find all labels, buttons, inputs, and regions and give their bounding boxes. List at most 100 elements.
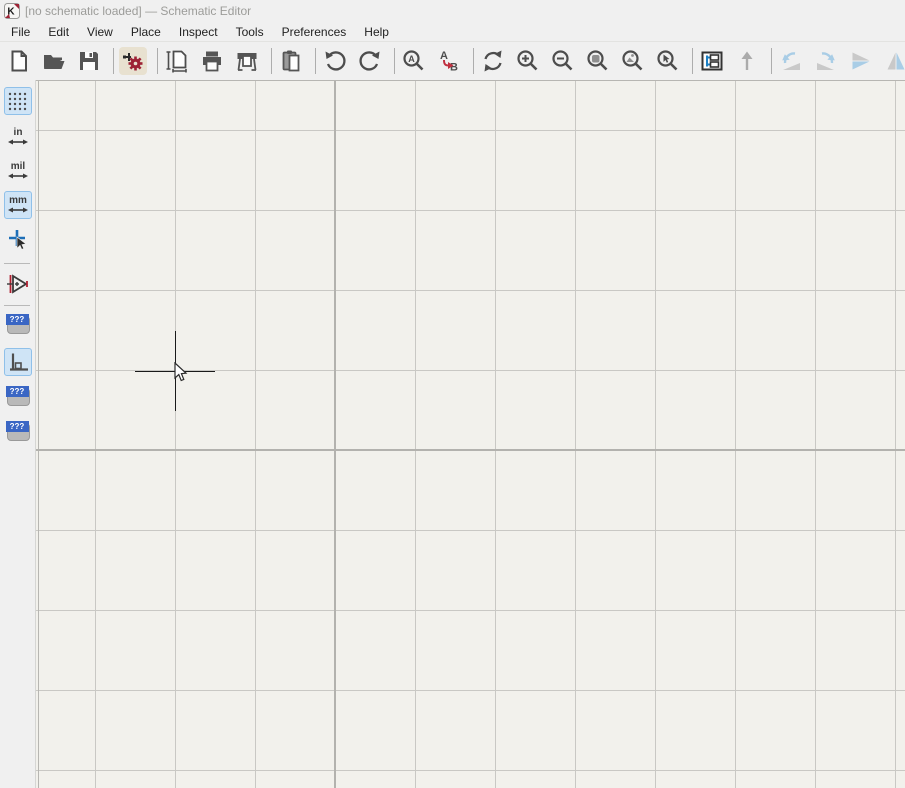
save-button[interactable] [75,47,103,75]
zoom-to-objects-button[interactable] [619,47,647,75]
menu-place[interactable]: Place [122,23,170,41]
zoom-in-icon [516,49,540,73]
missing-icon: ??? [7,316,30,334]
inches-unit-label: in [14,128,23,138]
mirror-vertically-icon [849,49,873,73]
save-floppy-icon [77,49,101,73]
svg-text:A: A [408,54,415,64]
zoom-fit-button[interactable] [584,47,612,75]
undo-icon [323,49,347,73]
missing-icon: ??? [7,423,30,441]
cursor-shape-toggle-button[interactable] [4,226,32,254]
kicad-app-icon: K [4,3,20,19]
menu-bar: File Edit View Place Inspect Tools Prefe… [0,22,905,42]
toolbar-separator [315,48,316,74]
title-bar: K [no schematic loaded] — Schematic Edit… [0,0,905,22]
zoom-out-button[interactable] [549,47,577,75]
grid-toggle-button[interactable] [4,87,32,115]
double-arrow-icon [7,206,29,214]
unknown-tool-1-button[interactable]: ??? [4,313,32,337]
mirror-vertically-button[interactable] [847,47,875,75]
units-mils-button[interactable]: mil [4,157,32,185]
hierarchy-navigator-button[interactable] [698,47,726,75]
units-mm-button[interactable]: mm [4,191,32,219]
main-toolbar: A A B [0,42,905,80]
find-replace-icon: A B [437,49,461,73]
find-icon: A [402,49,426,73]
leave-sheet-up-arrow-icon [735,49,759,73]
print-button[interactable] [198,47,226,75]
new-file-icon [7,49,31,73]
mirror-horizontally-button[interactable] [882,47,905,75]
missing-icon-label: ??? [6,314,29,325]
paste-clipboard-icon [279,49,303,73]
toolbar-separator [271,48,272,74]
double-arrow-icon [7,138,29,146]
menu-edit[interactable]: Edit [39,23,78,41]
leave-sheet-button[interactable] [733,47,761,75]
unknown-tool-3-button[interactable]: ??? [4,420,32,444]
rotate-ccw-button[interactable] [777,47,805,75]
grid-major-horizontal-line [36,449,905,451]
open-schematic-button[interactable] [40,47,68,75]
grid-major-vertical-line [334,81,336,788]
schematic-setup-highlight [119,47,147,75]
sidebar-separator [4,305,30,306]
print-icon [200,49,224,73]
menu-inspect[interactable]: Inspect [170,23,227,41]
toolbar-separator [692,48,693,74]
schematic-canvas[interactable] [36,80,905,788]
sidebar-separator [4,263,30,264]
missing-icon-label: ??? [6,421,29,432]
schematic-setup-gear-icon [121,49,145,73]
toolbar-separator [771,48,772,74]
unknown-tool-2-button[interactable]: ??? [4,385,32,409]
toolbar-separator [394,48,395,74]
redo-button[interactable] [356,47,384,75]
canvas-left-edge [38,81,39,788]
toolbar-separator [473,48,474,74]
mirror-horizontally-icon [884,49,905,73]
find-button[interactable]: A [400,47,428,75]
new-schematic-button[interactable] [5,47,33,75]
plot-button[interactable] [233,47,261,75]
undo-button[interactable] [321,47,349,75]
hidden-pins-opamp-icon [5,271,31,297]
hv-line-mode-button[interactable] [4,348,32,376]
mm-unit-label: mm [9,196,27,206]
page-settings-button[interactable] [163,47,191,75]
refresh-button[interactable] [479,47,507,75]
units-inches-button[interactable]: in [4,123,32,151]
zoom-fit-icon [586,49,610,73]
rotate-cw-button[interactable] [812,47,840,75]
find-replace-button[interactable]: A B [435,47,463,75]
mouse-pointer-icon [174,362,188,383]
refresh-icon [481,49,505,73]
toolbar-separator [157,48,158,74]
menu-help[interactable]: Help [355,23,398,41]
missing-icon: ??? [7,388,30,406]
schematic-setup-button[interactable] [119,47,147,75]
paste-button[interactable] [277,47,305,75]
zoom-to-objects-icon [621,49,645,73]
mils-unit-label: mil [11,162,25,172]
page-settings-icon [165,49,189,73]
open-folder-icon [42,49,66,73]
grid-dots-icon [7,90,29,112]
show-hidden-pins-button[interactable] [4,270,32,298]
hierarchy-navigator-icon [700,49,724,73]
zoom-to-selection-button[interactable] [654,47,682,75]
menu-preferences[interactable]: Preferences [273,23,356,41]
zoom-in-button[interactable] [514,47,542,75]
window-title: [no schematic loaded] — Schematic Editor [25,4,251,18]
redo-icon [358,49,382,73]
crosshair-cursor-icon [6,228,30,252]
zoom-out-icon [551,49,575,73]
menu-tools[interactable]: Tools [227,23,273,41]
double-arrow-icon [7,172,29,180]
menu-view[interactable]: View [78,23,122,41]
missing-icon-label: ??? [6,386,29,397]
menu-file[interactable]: File [2,23,39,41]
plot-plotter-icon [235,49,259,73]
rotate-cw-icon [814,49,838,73]
